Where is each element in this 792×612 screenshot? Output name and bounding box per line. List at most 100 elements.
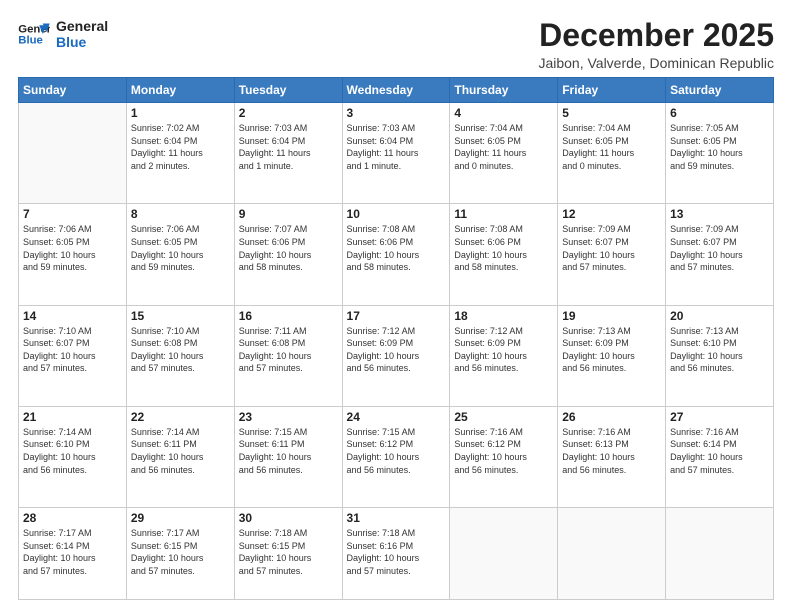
calendar-cell: 22 Sunrise: 7:14 AM Sunset: 6:11 PM Dayli… xyxy=(126,406,234,507)
calendar-cell: 5Sunrise: 7:04 AM Sunset: 6:05 PM Daylig… xyxy=(558,103,666,204)
calendar-cell: 1 Sunrise: 7:02 AM Sunset: 6:04 PM Daylig… xyxy=(126,103,234,204)
day-number: 18 xyxy=(454,309,553,323)
page: General Blue General Blue December 2025 … xyxy=(0,0,792,612)
day-details: Sunrise: 7:09 AM Sunset: 6:07 PM Dayligh… xyxy=(670,223,769,273)
day-details: Sunrise: 7:17 AM Sunset: 6:15 PM Dayligh… xyxy=(131,527,230,577)
day-number: 16 xyxy=(239,309,338,323)
day-details: Sunrise: 7:15 AM Sunset: 6:12 PM Dayligh… xyxy=(347,426,446,476)
calendar-cell: 4 Sunrise: 7:04 AM Sunset: 6:05 PM Daylig… xyxy=(450,103,558,204)
calendar-cell: 16 Sunrise: 7:11 AM Sunset: 6:08 PM Dayli… xyxy=(234,305,342,406)
day-number: 27 xyxy=(670,410,769,424)
calendar-cell: 30 Sunrise: 7:18 AM Sunset: 6:15 PM Dayli… xyxy=(234,508,342,600)
calendar-cell xyxy=(19,103,127,204)
day-number: 8 xyxy=(131,207,230,221)
day-details: Sunrise: 7:12 AM Sunset: 6:09 PM Dayligh… xyxy=(454,325,553,375)
calendar-week-row: 21 Sunrise: 7:14 AM Sunset: 6:10 PM Dayli… xyxy=(19,406,774,507)
calendar-cell: 23Sunrise: 7:15 AM Sunset: 6:11 PM Dayli… xyxy=(234,406,342,507)
svg-text:Blue: Blue xyxy=(18,35,43,47)
calendar-cell xyxy=(558,508,666,600)
weekday-header: Sunday xyxy=(19,78,127,103)
month-title: December 2025 xyxy=(538,18,774,53)
day-number: 6 xyxy=(670,106,769,120)
weekday-header: Wednesday xyxy=(342,78,450,103)
calendar-week-row: 14Sunrise: 7:10 AM Sunset: 6:07 PM Dayli… xyxy=(19,305,774,406)
day-number: 17 xyxy=(347,309,446,323)
calendar-cell xyxy=(666,508,774,600)
day-number: 13 xyxy=(670,207,769,221)
day-details: Sunrise: 7:04 AM Sunset: 6:05 PM Dayligh… xyxy=(454,122,553,172)
calendar-cell: 8 Sunrise: 7:06 AM Sunset: 6:05 PM Daylig… xyxy=(126,204,234,305)
day-number: 14 xyxy=(23,309,122,323)
calendar-cell: 13 Sunrise: 7:09 AM Sunset: 6:07 PM Dayli… xyxy=(666,204,774,305)
day-number: 3 xyxy=(347,106,446,120)
day-number: 21 xyxy=(23,410,122,424)
day-number: 15 xyxy=(131,309,230,323)
day-number: 9 xyxy=(239,207,338,221)
calendar-week-row: 7 Sunrise: 7:06 AM Sunset: 6:05 PM Daylig… xyxy=(19,204,774,305)
calendar-week-row: 28 Sunrise: 7:17 AM Sunset: 6:14 PM Dayli… xyxy=(19,508,774,600)
day-number: 22 xyxy=(131,410,230,424)
day-details: Sunrise: 7:08 AM Sunset: 6:06 PM Dayligh… xyxy=(454,223,553,273)
day-details: Sunrise: 7:08 AM Sunset: 6:06 PM Dayligh… xyxy=(347,223,446,273)
day-details: Sunrise: 7:14 AM Sunset: 6:10 PM Dayligh… xyxy=(23,426,122,476)
calendar-cell: 31Sunrise: 7:18 AM Sunset: 6:16 PM Dayli… xyxy=(342,508,450,600)
day-number: 25 xyxy=(454,410,553,424)
day-details: Sunrise: 7:16 AM Sunset: 6:14 PM Dayligh… xyxy=(670,426,769,476)
day-number: 4 xyxy=(454,106,553,120)
day-details: Sunrise: 7:07 AM Sunset: 6:06 PM Dayligh… xyxy=(239,223,338,273)
calendar-cell xyxy=(450,508,558,600)
calendar-cell: 2Sunrise: 7:03 AM Sunset: 6:04 PM Daylig… xyxy=(234,103,342,204)
calendar-cell: 28 Sunrise: 7:17 AM Sunset: 6:14 PM Dayli… xyxy=(19,508,127,600)
calendar-table: SundayMondayTuesdayWednesdayThursdayFrid… xyxy=(18,77,774,600)
day-details: Sunrise: 7:11 AM Sunset: 6:08 PM Dayligh… xyxy=(239,325,338,375)
weekday-header: Tuesday xyxy=(234,78,342,103)
day-details: Sunrise: 7:14 AM Sunset: 6:11 PM Dayligh… xyxy=(131,426,230,476)
logo-icon: General Blue xyxy=(18,20,50,48)
day-details: Sunrise: 7:13 AM Sunset: 6:10 PM Dayligh… xyxy=(670,325,769,375)
calendar-cell: 19 Sunrise: 7:13 AM Sunset: 6:09 PM Dayli… xyxy=(558,305,666,406)
day-details: Sunrise: 7:16 AM Sunset: 6:13 PM Dayligh… xyxy=(562,426,661,476)
calendar-cell: 27 Sunrise: 7:16 AM Sunset: 6:14 PM Dayli… xyxy=(666,406,774,507)
weekday-header: Saturday xyxy=(666,78,774,103)
day-details: Sunrise: 7:03 AM Sunset: 6:04 PM Dayligh… xyxy=(347,122,446,172)
day-number: 19 xyxy=(562,309,661,323)
day-number: 1 xyxy=(131,106,230,120)
day-details: Sunrise: 7:05 AM Sunset: 6:05 PM Dayligh… xyxy=(670,122,769,172)
day-details: Sunrise: 7:09 AM Sunset: 6:07 PM Dayligh… xyxy=(562,223,661,273)
calendar-cell: 15 Sunrise: 7:10 AM Sunset: 6:08 PM Dayli… xyxy=(126,305,234,406)
day-number: 10 xyxy=(347,207,446,221)
calendar-cell: 10 Sunrise: 7:08 AM Sunset: 6:06 PM Dayli… xyxy=(342,204,450,305)
calendar-cell: 29Sunrise: 7:17 AM Sunset: 6:15 PM Dayli… xyxy=(126,508,234,600)
day-number: 5 xyxy=(562,106,661,120)
calendar-cell: 14Sunrise: 7:10 AM Sunset: 6:07 PM Dayli… xyxy=(19,305,127,406)
day-details: Sunrise: 7:06 AM Sunset: 6:05 PM Dayligh… xyxy=(131,223,230,273)
day-details: Sunrise: 7:18 AM Sunset: 6:15 PM Dayligh… xyxy=(239,527,338,577)
logo-general: General xyxy=(56,18,108,34)
logo-blue: Blue xyxy=(56,34,108,50)
day-number: 20 xyxy=(670,309,769,323)
calendar-cell: 9 Sunrise: 7:07 AM Sunset: 6:06 PM Daylig… xyxy=(234,204,342,305)
weekday-header: Thursday xyxy=(450,78,558,103)
day-number: 30 xyxy=(239,511,338,525)
day-details: Sunrise: 7:02 AM Sunset: 6:04 PM Dayligh… xyxy=(131,122,230,172)
title-block: December 2025 Jaibon, Valverde, Dominica… xyxy=(538,18,774,71)
day-number: 23 xyxy=(239,410,338,424)
calendar-cell: 25Sunrise: 7:16 AM Sunset: 6:12 PM Dayli… xyxy=(450,406,558,507)
day-details: Sunrise: 7:10 AM Sunset: 6:08 PM Dayligh… xyxy=(131,325,230,375)
weekday-header: Friday xyxy=(558,78,666,103)
calendar-cell: 26Sunrise: 7:16 AM Sunset: 6:13 PM Dayli… xyxy=(558,406,666,507)
day-number: 31 xyxy=(347,511,446,525)
location: Jaibon, Valverde, Dominican Republic xyxy=(538,55,774,71)
day-details: Sunrise: 7:13 AM Sunset: 6:09 PM Dayligh… xyxy=(562,325,661,375)
calendar-header-row: SundayMondayTuesdayWednesdayThursdayFrid… xyxy=(19,78,774,103)
day-number: 24 xyxy=(347,410,446,424)
calendar-cell: 3 Sunrise: 7:03 AM Sunset: 6:04 PM Daylig… xyxy=(342,103,450,204)
day-number: 28 xyxy=(23,511,122,525)
day-number: 7 xyxy=(23,207,122,221)
day-details: Sunrise: 7:06 AM Sunset: 6:05 PM Dayligh… xyxy=(23,223,122,273)
weekday-header: Monday xyxy=(126,78,234,103)
calendar-cell: 7 Sunrise: 7:06 AM Sunset: 6:05 PM Daylig… xyxy=(19,204,127,305)
day-details: Sunrise: 7:17 AM Sunset: 6:14 PM Dayligh… xyxy=(23,527,122,577)
day-number: 11 xyxy=(454,207,553,221)
calendar-cell: 21 Sunrise: 7:14 AM Sunset: 6:10 PM Dayli… xyxy=(19,406,127,507)
